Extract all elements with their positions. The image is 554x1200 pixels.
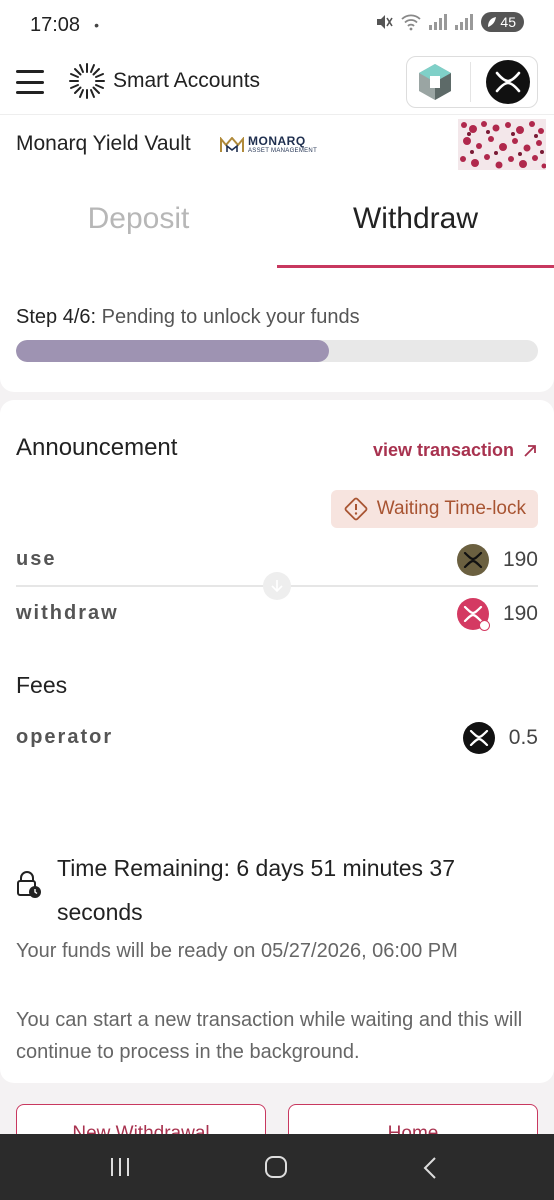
mute-icon [377, 15, 394, 29]
wallet-connect[interactable] [406, 56, 538, 108]
system-nav-bar [0, 1134, 554, 1200]
step-progress-bar [16, 340, 538, 362]
operator-fee-value: 0.5 [508, 726, 538, 749]
view-transaction-link[interactable]: view transaction [373, 440, 538, 461]
status-bar: 17:08 • 45 [0, 0, 554, 50]
use-label: use [16, 548, 57, 570]
use-value-row: 190 [456, 544, 538, 576]
announcement-card: Announcement view transaction Waiting Ti… [0, 400, 554, 1083]
funds-ready-date: Your funds will be ready on 05/27/2026, … [16, 940, 458, 962]
background-process-note: You can start a new transaction while wa… [16, 1009, 523, 1063]
tab-withdraw[interactable]: Withdraw [277, 202, 554, 236]
xrp-coin-icon [456, 544, 489, 576]
lock-clock-icon [17, 871, 41, 898]
battery-icon: 45 [481, 12, 524, 32]
external-link-icon [524, 444, 536, 457]
arrow-down-icon [263, 572, 291, 600]
xrp-icon [462, 722, 495, 754]
operator-fee-label: operator [16, 726, 114, 748]
back-icon[interactable] [422, 1156, 438, 1180]
smart-accounts-logo-icon [69, 63, 105, 99]
monarq-logo: MONARQ ASSET MANAGEMENT [220, 135, 317, 154]
status-badge: Waiting Time-lock [330, 490, 538, 528]
operator-fee-row: 0.5 [462, 722, 538, 754]
status-time: 17:08 [30, 13, 81, 36]
status-dot: • [94, 17, 99, 33]
withdraw-value: 190 [502, 602, 538, 625]
xrp-wallet-icon[interactable] [485, 60, 530, 104]
battery-level: 45 [500, 14, 516, 30]
brand-name: Smart Accounts [113, 69, 261, 92]
fees-title: Fees [16, 672, 68, 698]
home-nav-icon[interactable] [265, 1156, 287, 1178]
announcement-title: Announcement [16, 434, 178, 461]
wifi-icon [401, 14, 422, 31]
active-tab-indicator [277, 265, 554, 268]
signal-icon-2 [455, 14, 474, 30]
monarq-crown-icon [220, 136, 244, 152]
signal-icon [429, 14, 448, 30]
step-progress-fill [16, 340, 330, 362]
step-indicator: Step 4/6: Pending to unlock your funds [16, 306, 360, 329]
network-logo-icon[interactable] [414, 61, 456, 103]
time-remaining: Time Remaining: 6 days 51 minutes 37 sec… [57, 855, 456, 925]
monarq-logo-text: MONARQ [248, 134, 306, 148]
withdraw-value-row: 190 [456, 598, 538, 631]
recent-apps-icon[interactable] [111, 1158, 129, 1176]
use-value: 190 [502, 548, 538, 571]
menu-button[interactable] [16, 70, 44, 94]
withdraw-label: withdraw [16, 602, 119, 624]
xrp-vault-token-icon [456, 598, 490, 631]
step-label: Step 4/6: [16, 306, 97, 328]
status-icons: 45 [375, 12, 524, 32]
vault-name: Monarq Yield Vault [16, 132, 191, 155]
withdraw-progress-card: Deposit Withdraw Step 4/6: Pending to un… [0, 170, 554, 392]
app-header: Smart Accounts [0, 50, 554, 114]
warning-icon [344, 497, 368, 521]
vault-artwork-image [458, 119, 546, 171]
status-badge-label: Waiting Time-lock [376, 498, 526, 519]
tab-deposit[interactable]: Deposit [0, 202, 277, 236]
monarq-logo-subtext: ASSET MANAGEMENT [248, 148, 318, 154]
vault-bar: Monarq Yield Vault MONARQ ASSET MANAGEME… [0, 114, 554, 171]
view-transaction-label: view transaction [372, 440, 514, 460]
step-description: Pending to unlock your funds [101, 306, 360, 328]
